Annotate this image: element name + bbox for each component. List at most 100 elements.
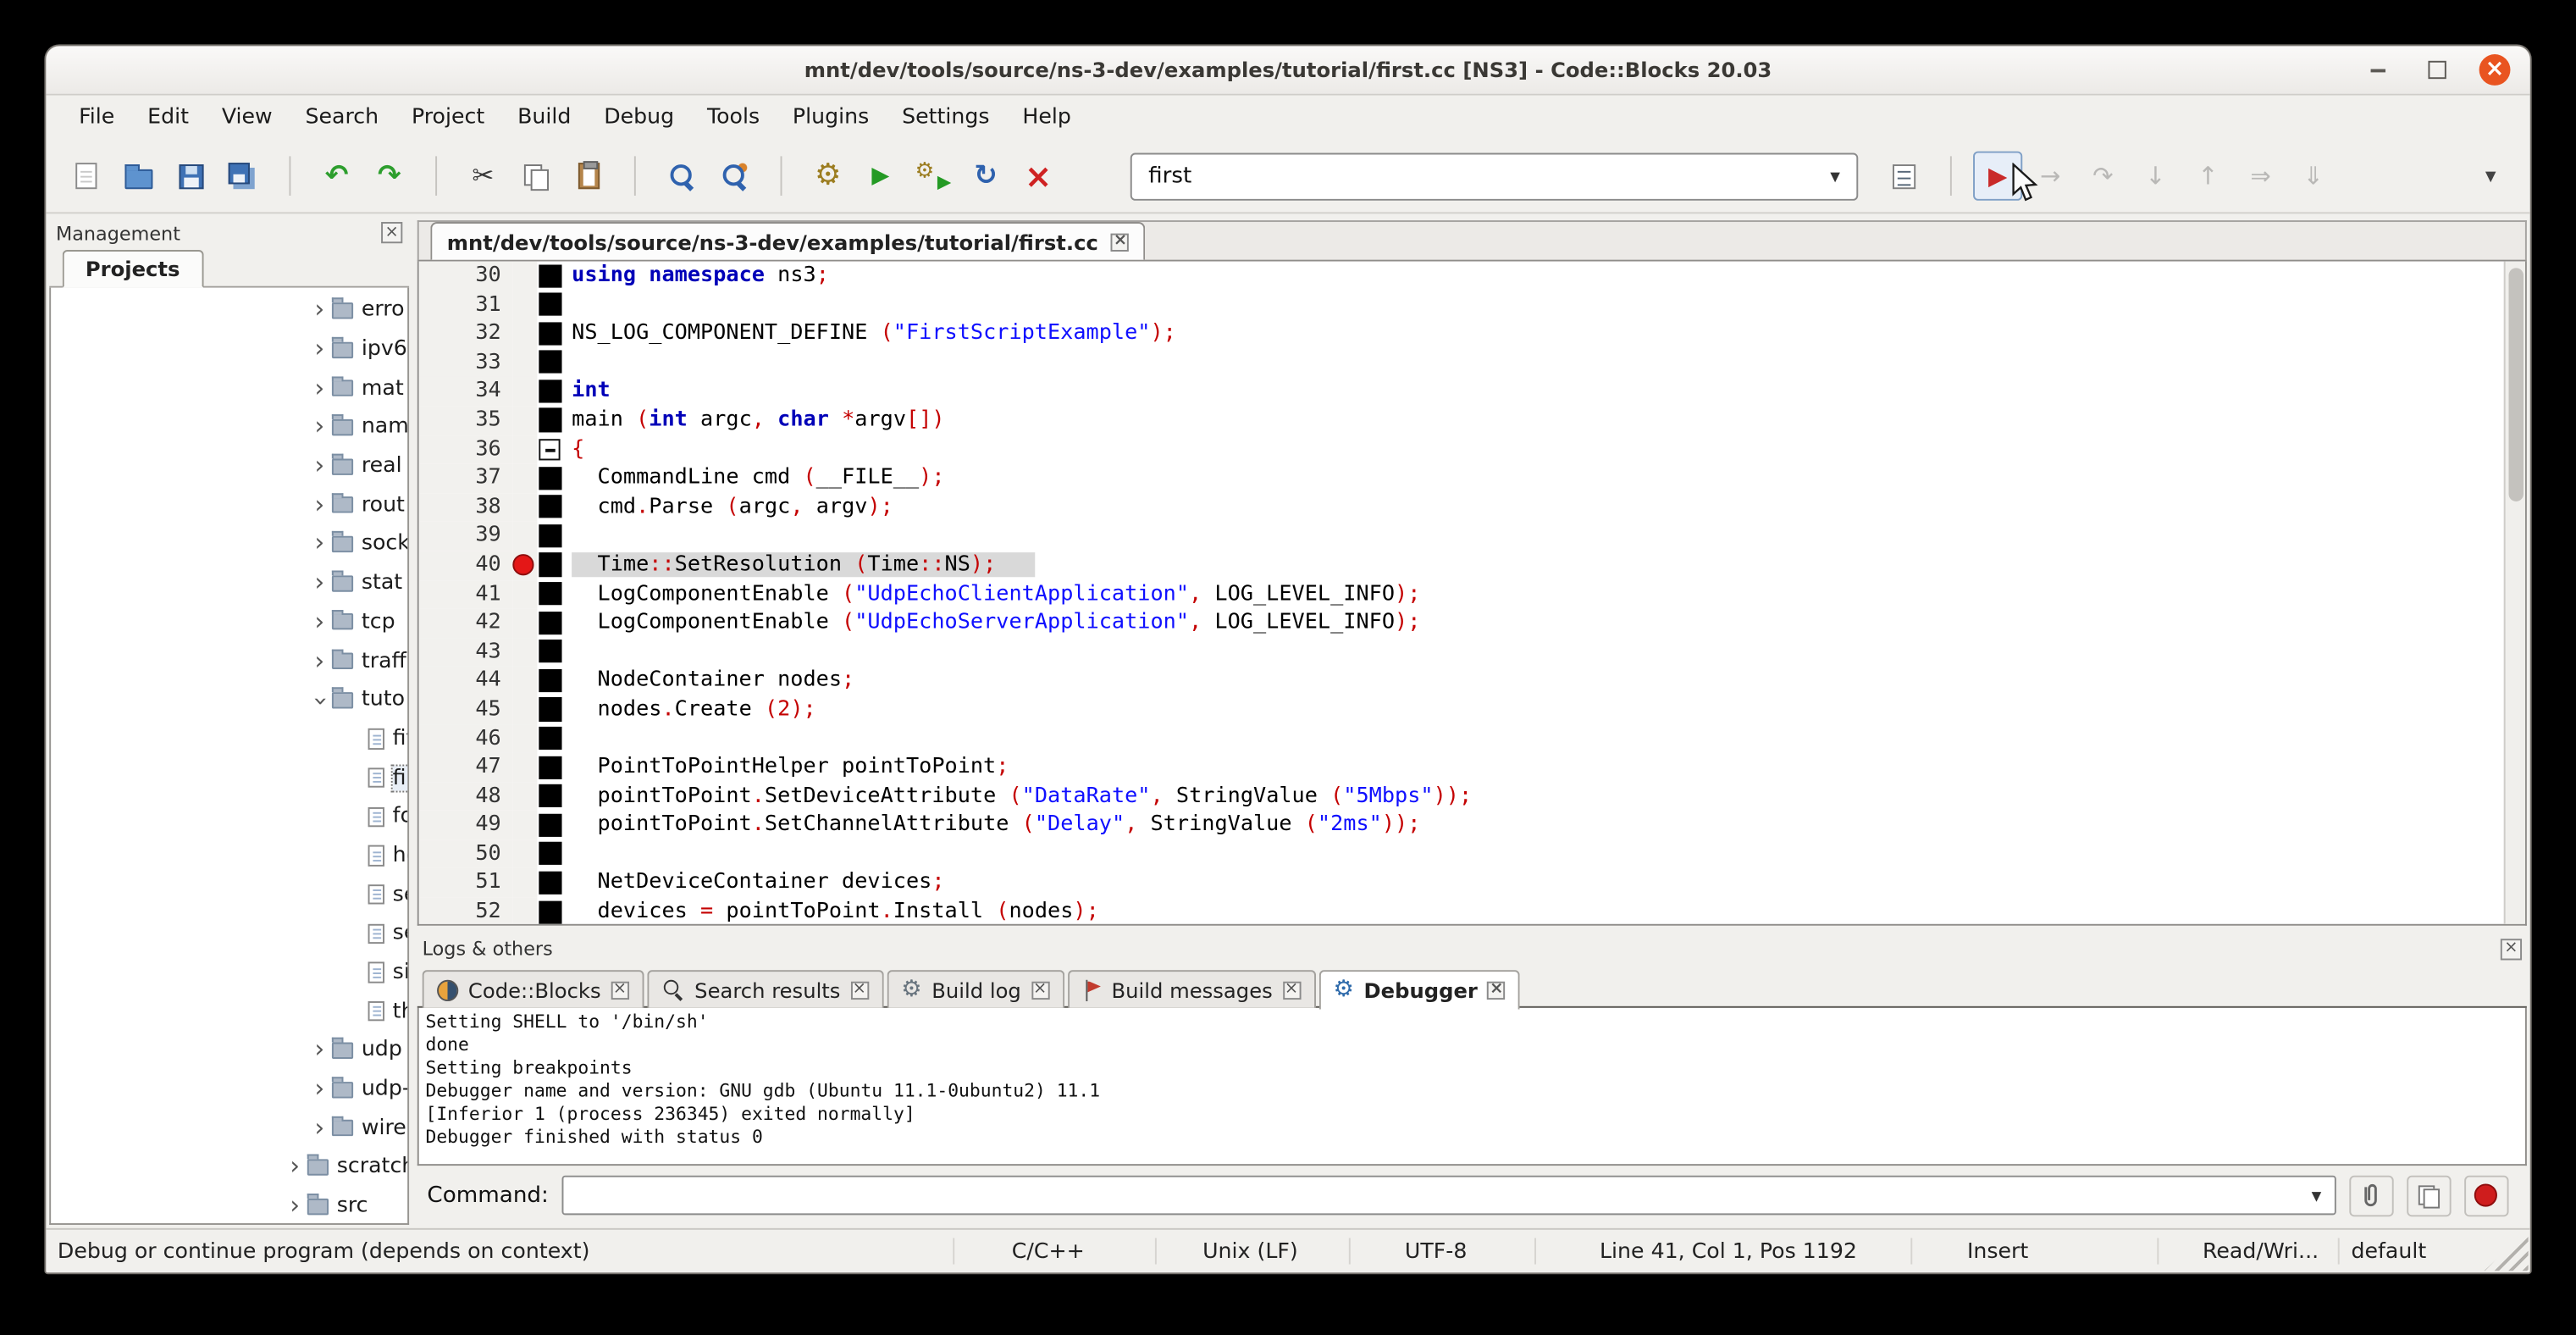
menu-settings[interactable]: Settings	[886, 100, 1006, 135]
chevron-collapsed-icon[interactable]	[307, 610, 332, 634]
chevron-collapsed-icon[interactable]	[307, 376, 332, 401]
tree-item-fir[interactable]: fir	[51, 758, 407, 797]
open-file-button[interactable]	[113, 152, 163, 201]
minimize-button[interactable]	[2361, 53, 2394, 86]
replace-button[interactable]	[710, 152, 759, 201]
command-input[interactable]	[563, 1183, 2298, 1207]
chevron-collapsed-icon[interactable]	[307, 1116, 332, 1140]
cut-button[interactable]	[458, 152, 507, 201]
copy-log-button[interactable]	[2407, 1175, 2451, 1216]
run-button[interactable]	[856, 152, 905, 201]
code-editor[interactable]: 30using namespace ns3;3132NS_LOG_COMPONE…	[417, 262, 2527, 926]
tree-item-src[interactable]: src	[51, 1187, 407, 1225]
chevron-collapsed-icon[interactable]	[307, 532, 332, 557]
close-tab-icon[interactable]	[611, 981, 628, 999]
breakpoint-icon[interactable]	[512, 555, 533, 576]
chevron-collapsed-icon[interactable]	[283, 1194, 307, 1218]
tree-item-scratch[interactable]: scratch	[51, 1148, 407, 1187]
copy-button[interactable]	[511, 152, 560, 201]
tree-item-nam[interactable]: nam	[51, 407, 407, 446]
close-tab-icon[interactable]	[1111, 233, 1129, 251]
save-all-button[interactable]	[218, 152, 268, 201]
chevron-collapsed-icon[interactable]	[307, 1038, 332, 1062]
scrollbar-thumb[interactable]	[2508, 268, 2523, 501]
log-tab-build-messages[interactable]: Build messages	[1067, 970, 1315, 1008]
toolbar-overflow-button[interactable]	[2466, 152, 2515, 201]
resize-grip[interactable]	[2484, 1230, 2528, 1271]
fold-marker-icon[interactable]	[539, 439, 559, 459]
menu-view[interactable]: View	[205, 100, 289, 135]
chevron-down-icon[interactable]	[2298, 1185, 2335, 1205]
close-panel-icon[interactable]	[381, 222, 402, 243]
title-bar[interactable]: mnt/dev/tools/source/ns-3-dev/examples/t…	[46, 46, 2529, 95]
chevron-collapsed-icon[interactable]	[307, 1077, 332, 1101]
tree-item-fo[interactable]: fo	[51, 797, 407, 836]
step-into-button[interactable]	[2131, 152, 2180, 201]
step-out-button[interactable]	[2183, 152, 2232, 201]
paste-button[interactable]	[563, 152, 612, 201]
menu-plugins[interactable]: Plugins	[777, 100, 886, 135]
redo-button[interactable]	[365, 152, 414, 201]
editor-tab[interactable]: mnt/dev/tools/source/ns-3-dev/examples/t…	[430, 222, 1146, 260]
log-tab-debugger[interactable]: Debugger	[1318, 970, 1520, 1010]
save-file-button[interactable]	[166, 152, 215, 201]
tab-projects[interactable]: Projects	[63, 250, 203, 288]
build-and-run-button[interactable]	[909, 152, 958, 201]
menu-search[interactable]: Search	[289, 100, 395, 135]
tree-item-sock[interactable]: sock	[51, 524, 407, 563]
next-instruction-button[interactable]	[2236, 152, 2285, 201]
tree-item-se[interactable]: se	[51, 914, 407, 953]
chevron-collapsed-icon[interactable]	[283, 1155, 307, 1179]
undo-button[interactable]	[312, 152, 362, 201]
maximize-button[interactable]	[2420, 53, 2453, 86]
command-combobox[interactable]	[561, 1176, 2336, 1216]
abort-build-button[interactable]	[1014, 152, 1063, 201]
menu-project[interactable]: Project	[395, 100, 501, 135]
menu-tools[interactable]: Tools	[691, 100, 777, 135]
chevron-collapsed-icon[interactable]	[307, 337, 332, 362]
log-tab-build-log[interactable]: Build log	[887, 970, 1064, 1008]
build-button[interactable]	[804, 152, 853, 201]
chevron-collapsed-icon[interactable]	[307, 571, 332, 595]
debugger-output[interactable]: Setting SHELL to '/bin/sh'doneSetting br…	[417, 1008, 2527, 1166]
tree-item-th[interactable]: th	[51, 992, 407, 1031]
target-input[interactable]	[1132, 163, 1814, 189]
project-tree[interactable]: erroipv6matnamrealroutsockstattcptrafftu…	[49, 288, 409, 1225]
close-tab-icon[interactable]	[1031, 981, 1048, 999]
close-tab-icon[interactable]	[850, 981, 868, 999]
select-target-button[interactable]	[1879, 152, 1928, 201]
chevron-collapsed-icon[interactable]	[307, 493, 332, 518]
stop-button[interactable]	[2464, 1175, 2508, 1216]
tree-item-real[interactable]: real	[51, 446, 407, 485]
tree-item-wire[interactable]: wire	[51, 1109, 407, 1148]
close-logs-icon[interactable]	[2501, 938, 2522, 959]
chevron-expanded-icon[interactable]	[307, 688, 332, 712]
close-tab-icon[interactable]	[1488, 981, 1506, 999]
chevron-collapsed-icon[interactable]	[307, 454, 332, 479]
tree-item-rout[interactable]: rout	[51, 485, 407, 524]
tree-item-mat[interactable]: mat	[51, 368, 407, 407]
menu-edit[interactable]: Edit	[131, 100, 206, 135]
tree-item-stat[interactable]: stat	[51, 563, 407, 602]
tree-item-tcp[interactable]: tcp	[51, 602, 407, 641]
tree-item-ipv6[interactable]: ipv6	[51, 330, 407, 369]
step-into-instruction-button[interactable]	[2289, 152, 2338, 201]
new-file-button[interactable]	[61, 152, 110, 201]
chevron-collapsed-icon[interactable]	[307, 298, 332, 323]
chevron-collapsed-icon[interactable]	[307, 415, 332, 440]
tree-item-he[interactable]: he	[51, 836, 407, 875]
chevron-down-icon[interactable]	[1814, 153, 1856, 197]
next-line-button[interactable]	[2078, 152, 2127, 201]
rebuild-button[interactable]	[961, 152, 1010, 201]
target-combobox[interactable]	[1130, 152, 1858, 200]
find-button[interactable]	[657, 152, 706, 201]
close-tab-icon[interactable]	[1282, 981, 1300, 999]
tree-item-tuto[interactable]: tuto	[51, 680, 407, 719]
tree-item-si[interactable]: si	[51, 953, 407, 992]
tree-item-udp[interactable]: udp	[51, 1031, 407, 1070]
menu-file[interactable]: File	[63, 100, 131, 135]
tree-item-se[interactable]: se	[51, 875, 407, 914]
editor-scrollbar[interactable]	[2504, 262, 2525, 924]
close-button[interactable]	[2479, 54, 2511, 86]
tree-item-udp[interactable]: udp-	[51, 1070, 407, 1109]
